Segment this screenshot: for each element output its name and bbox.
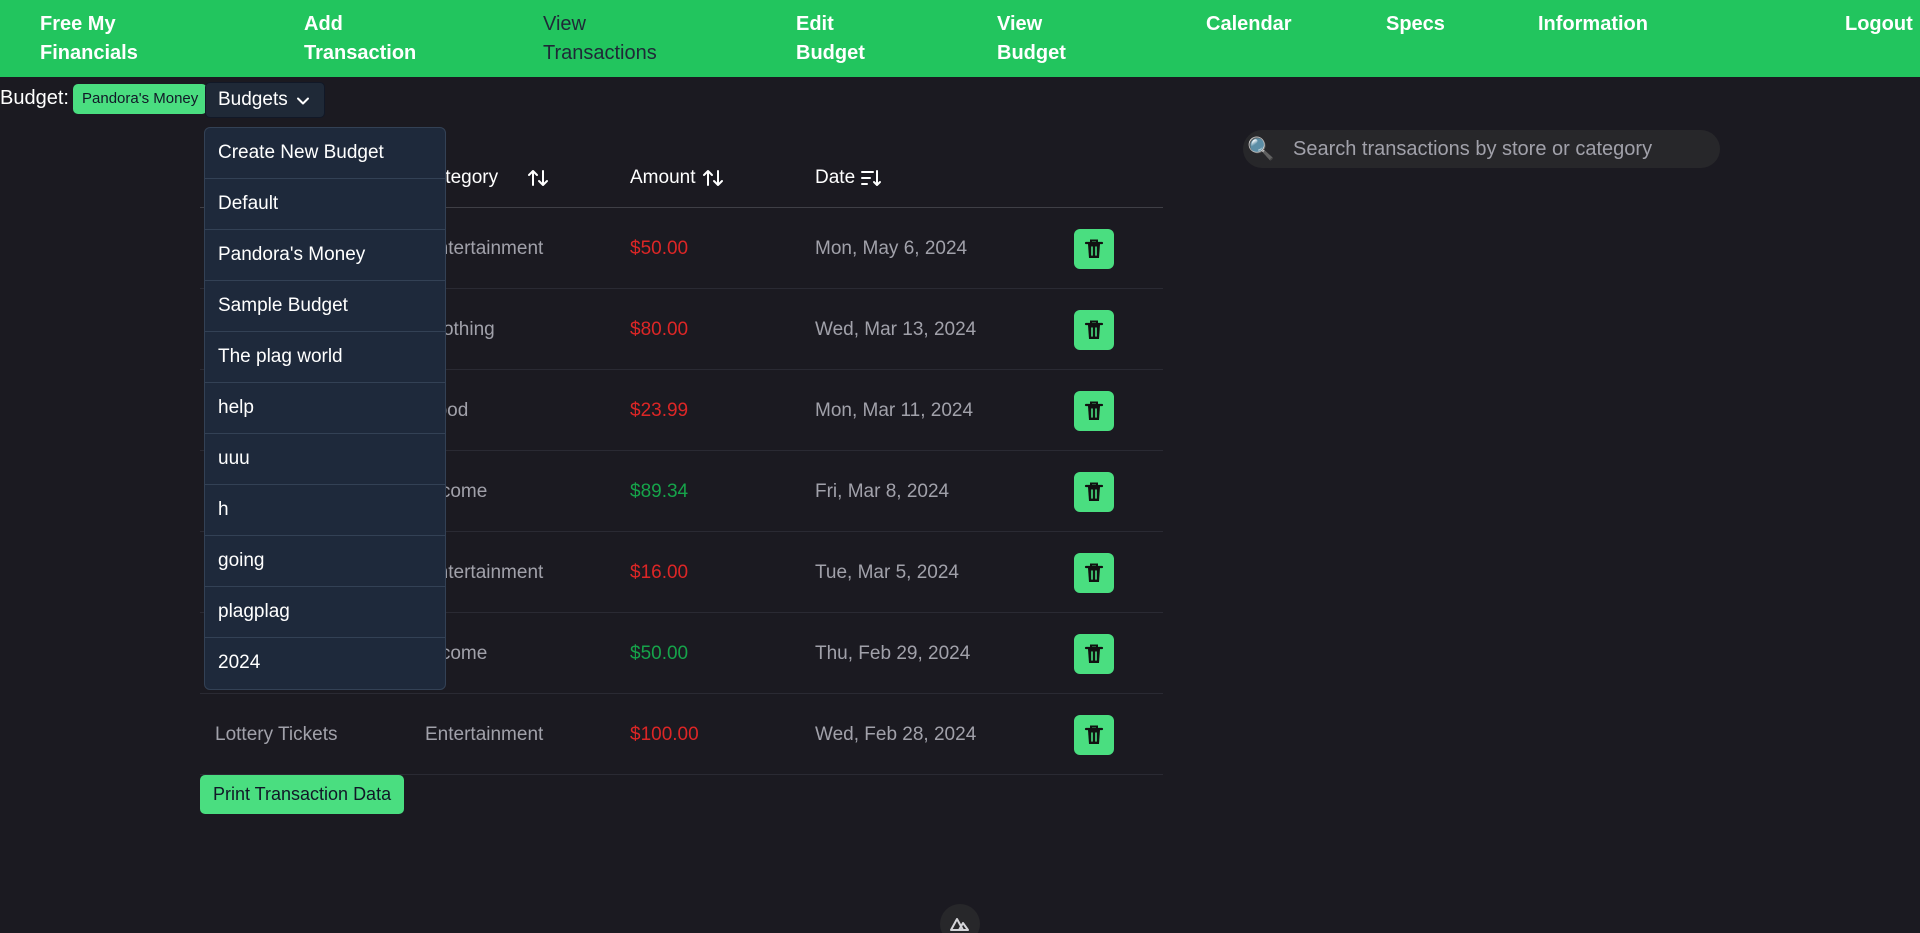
budgets-dropdown-menu: Create New Budget Default Pandora's Mone… [204, 127, 446, 690]
dropdown-item-budget[interactable]: 2024 [205, 638, 445, 689]
nuxt-logo-icon [950, 918, 969, 931]
nav-information[interactable]: Information [1538, 10, 1648, 39]
dropdown-item-budget[interactable]: h [205, 485, 445, 536]
column-header-label: Amount [630, 167, 696, 188]
delete-transaction-button[interactable] [1074, 472, 1114, 512]
date-cell: Wed, Feb 28, 2024 [815, 724, 977, 745]
search-bar: 🔍 [1243, 130, 1720, 168]
dropdown-item-budget[interactable]: Default [205, 179, 445, 230]
column-header-label: Date [815, 167, 856, 188]
amount-cell: $80.00 [630, 319, 689, 340]
category-cell: Entertainment [425, 724, 544, 745]
date-cell: Mon, May 6, 2024 [815, 238, 968, 259]
delete-transaction-button[interactable] [1074, 634, 1114, 674]
trash-icon [1084, 563, 1104, 582]
amount-cell: $50.00 [630, 643, 689, 664]
budgets-dropdown-button[interactable]: Budgets [205, 82, 325, 118]
delete-transaction-button[interactable] [1074, 310, 1114, 350]
date-cell: Thu, Feb 29, 2024 [815, 643, 971, 664]
nav-label-line-2: Transactions [543, 42, 657, 64]
table-row: Lottery Tickets Entertainment $100.00 Wed, … [200, 694, 1163, 775]
nav-label-line-1: Add [304, 13, 343, 35]
dropdown-item-budget[interactable]: help [205, 383, 445, 434]
sort-desc-icon [861, 170, 881, 186]
sort-icon [703, 170, 723, 186]
amount-cell: $16.00 [630, 562, 689, 583]
nav-label-line-2: Budget [997, 42, 1066, 64]
trash-icon [1084, 644, 1104, 663]
budgets-dropdown-label: Budgets [218, 89, 288, 110]
dropdown-item-budget[interactable]: plagplag [205, 587, 445, 638]
chevron-down-icon [297, 97, 309, 105]
nav-label-line-1: View [543, 13, 586, 35]
nav-label-line-1: View [997, 13, 1043, 35]
trash-icon [1084, 725, 1104, 744]
amount-cell: $89.34 [630, 481, 689, 502]
budget-label: Budget: [0, 87, 69, 109]
amount-column-header[interactable]: Amount [630, 164, 723, 192]
dropdown-item-budget[interactable]: The plag world [205, 332, 445, 383]
brand-line-2: Financials [40, 42, 138, 64]
delete-transaction-button[interactable] [1074, 229, 1114, 269]
delete-transaction-button[interactable] [1074, 391, 1114, 431]
amount-cell: $23.99 [630, 400, 689, 421]
dropdown-item-budget[interactable]: Pandora's Money [205, 230, 445, 281]
dropdown-item-budget[interactable]: uuu [205, 434, 445, 485]
dropdown-item-create-new-budget[interactable]: Create New Budget [205, 128, 445, 179]
navbar: Free My Financials Add Transaction View … [0, 0, 1920, 77]
dropdown-item-budget[interactable]: Sample Budget [205, 281, 445, 332]
trash-icon [1084, 482, 1104, 501]
search-input[interactable] [1293, 130, 1703, 168]
brand-line-1: Free My [40, 13, 116, 35]
devtools-badge[interactable] [940, 904, 980, 933]
amount-cell: $50.00 [630, 238, 689, 259]
amount-cell: $100.00 [630, 724, 699, 745]
nav-add-transaction[interactable]: Add Transaction [304, 10, 416, 68]
nav-logout[interactable]: Logout [1845, 10, 1913, 39]
trash-icon [1084, 401, 1104, 420]
date-cell: Wed, Mar 13, 2024 [815, 319, 977, 340]
date-column-header[interactable]: Date [815, 164, 881, 192]
delete-transaction-button[interactable] [1074, 715, 1114, 755]
dropdown-item-budget[interactable]: going [205, 536, 445, 587]
store-cell: Lottery Tickets [215, 724, 338, 745]
date-cell: Tue, Mar 5, 2024 [815, 562, 959, 583]
nav-edit-budget[interactable]: Edit Budget [796, 10, 865, 68]
current-budget-badge: Pandora's Money [73, 84, 208, 114]
nav-specs[interactable]: Specs [1386, 10, 1445, 39]
search-icon: 🔍 [1247, 136, 1275, 161]
print-transaction-data-button[interactable]: Print Transaction Data [200, 775, 405, 814]
nav-calendar[interactable]: Calendar [1206, 10, 1292, 39]
delete-transaction-button[interactable] [1074, 553, 1114, 593]
nav-label-line-1: Edit [796, 13, 834, 35]
trash-icon [1084, 239, 1104, 258]
nav-view-transactions[interactable]: View Transactions [543, 10, 657, 68]
brand-link[interactable]: Free My Financials [40, 10, 138, 68]
nav-view-budget[interactable]: View Budget [997, 10, 1066, 68]
trash-icon [1084, 320, 1104, 339]
date-cell: Fri, Mar 8, 2024 [815, 481, 950, 502]
sort-icon [528, 170, 548, 186]
date-cell: Mon, Mar 11, 2024 [815, 400, 974, 421]
nav-label-line-2: Transaction [304, 42, 417, 64]
nav-label-line-2: Budget [796, 42, 865, 64]
